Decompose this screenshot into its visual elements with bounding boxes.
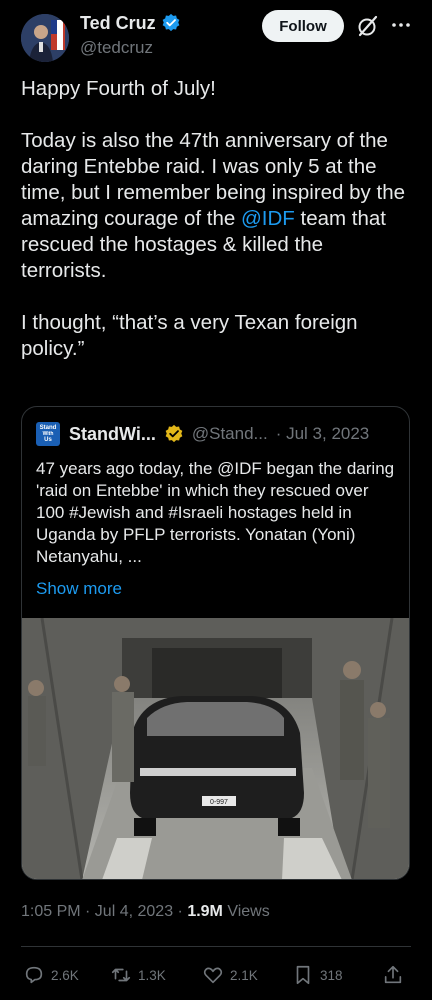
tweet-paragraph-quote: I thought, “that’s a very Texan foreign … [21,311,358,360]
author-name[interactable]: Ted Cruz [80,12,156,34]
license-plate: 0-997 [210,799,228,806]
more-options-icon[interactable] [390,14,412,36]
show-more-link[interactable]: Show more [36,578,122,600]
tweet-timestamp[interactable]: 1:05 PM · Jul 4, 2023 · [21,903,187,920]
heart-icon [203,967,223,984]
repost-button[interactable]: 1.3K [110,963,166,987]
quoted-tweet-date[interactable]: · Jul 3, 2023 [276,424,370,444]
quoted-author-name[interactable]: StandWi... [69,424,156,445]
repost-count: 1.3K [138,967,166,983]
gold-verified-badge-icon [165,424,183,443]
author-handle[interactable]: @tedcruz [80,37,153,59]
tweet-text: Happy Fourth of July! Today is also the … [21,76,413,362]
bookmark-count: 318 [320,967,343,983]
reply-button[interactable]: 2.6K [23,963,79,987]
quoted-avatar-text-bottom: Us [44,437,52,443]
like-button[interactable]: 2.1K [202,963,258,987]
author-name-row[interactable]: Ted Cruz [80,12,181,34]
reply-icon [25,966,43,984]
quoted-tweet-card[interactable]: Stand With Us StandWi... @Stand... · Jul… [21,406,410,880]
reply-count: 2.6K [51,967,79,983]
verified-badge-icon [162,13,180,32]
timestamp-row: 1:05 PM · Jul 4, 2023 · 1.9M Views [21,902,270,922]
bookmark-icon [296,965,310,985]
views-count: 1.9M [187,903,223,920]
tweet-line-greeting: Happy Fourth of July! [21,77,216,100]
like-count: 2.1K [230,967,258,983]
views-label: Views [222,903,270,920]
entebbe-photo-image: 0-997 [22,618,409,879]
profile-photo [21,14,69,62]
repost-icon [111,968,131,982]
avatar[interactable] [21,14,69,62]
quoted-tweet-text: 47 years ago today, the @IDF began the d… [36,459,395,566]
quoted-tweet-photo[interactable]: 0-997 [22,618,409,879]
share-icon [384,965,402,984]
bookmark-button[interactable]: 318 [292,963,343,987]
quoted-tweet-header: Stand With Us StandWi... @Stand... · Jul… [36,422,406,446]
quoted-tweet-avatar[interactable]: Stand With Us [36,422,60,446]
tweet-paragraph-entebbe: Today is also the 47th anniversary of th… [21,128,413,284]
divider [21,946,411,947]
share-button[interactable] [382,963,404,987]
follow-button[interactable]: Follow [262,10,344,42]
mention-link-idf[interactable]: @IDF [241,207,295,230]
quoted-author-handle[interactable]: @Stand... [192,424,268,444]
grok-icon[interactable] [356,14,380,38]
